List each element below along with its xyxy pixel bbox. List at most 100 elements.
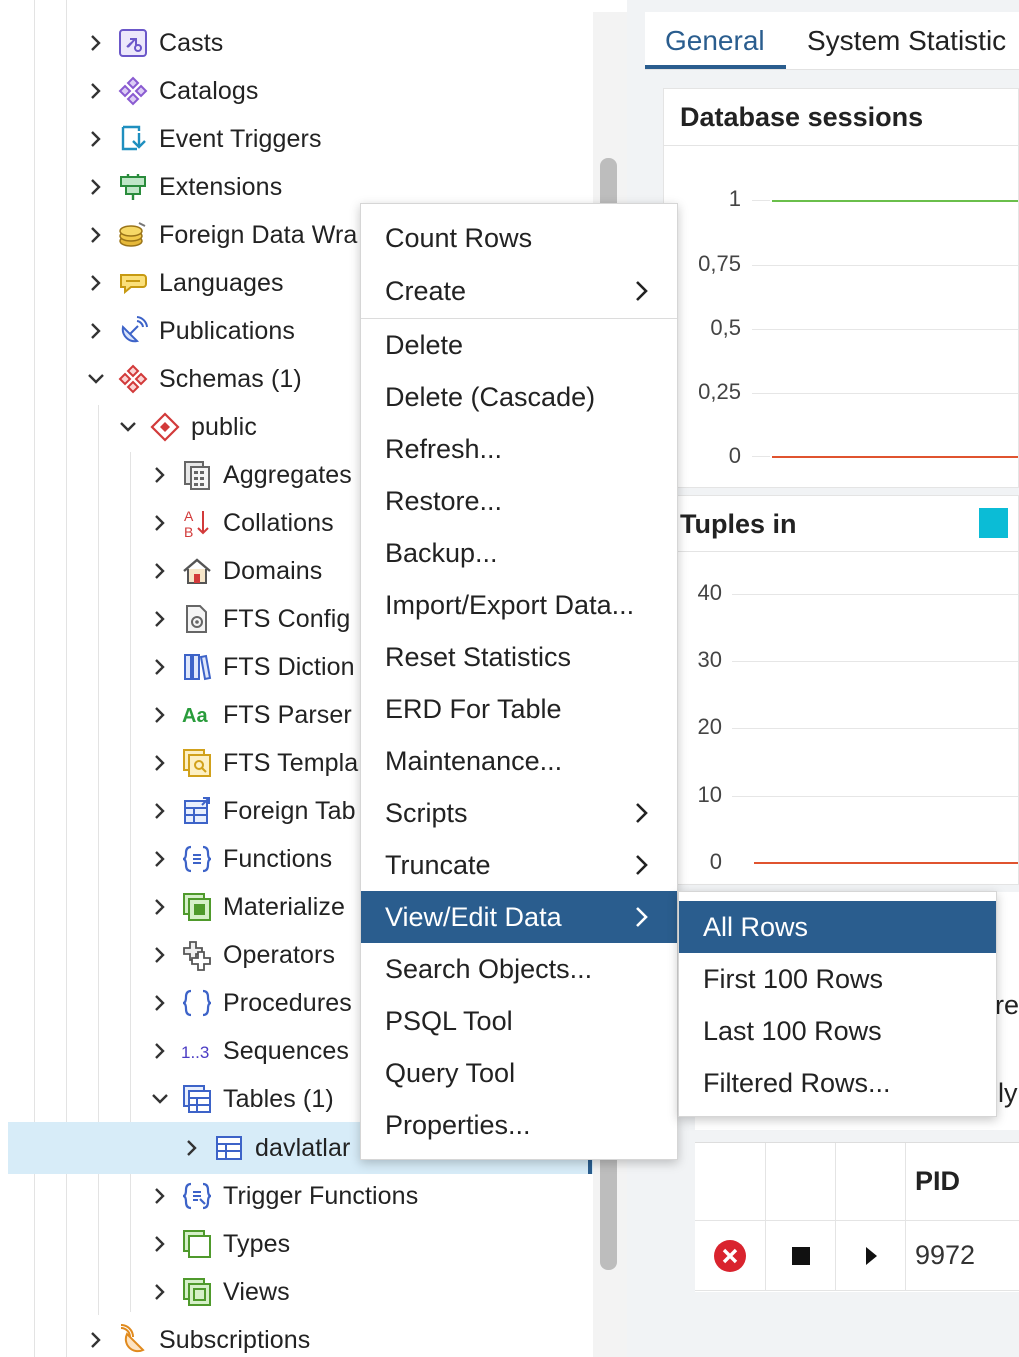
chevron-right-icon[interactable] [85,128,107,150]
menu-item-label: ERD For Table [385,693,562,724]
tree-item-procedures[interactable]: Procedures [149,979,352,1027]
chevron-right-icon[interactable] [181,1137,203,1159]
chevron-right-icon[interactable] [149,1040,171,1062]
tree-item-aggregates[interactable]: Aggregates [149,451,352,499]
chevron-right-icon[interactable] [149,1185,171,1207]
column-header-pid[interactable]: PID [906,1143,1019,1221]
chevron-right-icon[interactable] [85,32,107,54]
operators-icon [181,939,213,971]
chevron-right-icon[interactable] [149,512,171,534]
menu-item-view-edit-data[interactable]: View/Edit Data [361,891,677,943]
gridline [732,728,1018,729]
card-header-divider [663,145,1019,146]
tree-item-label: FTS Config [223,604,351,633]
tree-item-catalogs[interactable]: Catalogs [85,67,258,115]
chevron-down-icon[interactable] [149,1088,171,1110]
cancel-query-button[interactable] [695,1221,766,1291]
chevron-right-icon[interactable] [149,464,171,486]
chevron-right-icon[interactable] [149,608,171,630]
context-menu: Count Rows Create Delete Delete (Cascade… [360,203,678,1160]
tree-item-views[interactable]: Views [149,1268,290,1316]
submenu-item-first-100-rows[interactable]: First 100 Rows [679,953,996,1005]
chevron-right-icon[interactable] [149,1233,171,1255]
tree-item-sequences[interactable]: 1..3 Sequences [149,1027,349,1075]
foreign-data-wrappers-icon [117,219,149,251]
tree-item-subscriptions[interactable]: Subscriptions [85,1316,310,1357]
tree-item-functions[interactable]: Functions [149,835,332,883]
tree-item-types[interactable]: Types [149,1220,290,1268]
chevron-right-icon[interactable] [149,752,171,774]
chevron-right-icon[interactable] [149,656,171,678]
chevron-right-icon[interactable] [85,80,107,102]
tree-item-fts-dictionaries[interactable]: FTS Diction [149,643,355,691]
menu-item-label: Restore... [385,485,503,516]
tree-item-casts[interactable]: Casts [85,19,223,67]
menu-item-erd-for-table[interactable]: ERD For Table [361,683,677,735]
chevron-down-icon[interactable] [85,368,107,390]
chevron-right-icon[interactable] [149,560,171,582]
menu-item-import-export-data[interactable]: Import/Export Data... [361,579,677,631]
menu-item-scripts[interactable]: Scripts [361,787,677,839]
menu-item-refresh[interactable]: Refresh... [361,423,677,475]
chevron-right-icon[interactable] [85,320,107,342]
menu-item-reset-statistics[interactable]: Reset Statistics [361,631,677,683]
chevron-right-icon[interactable] [149,896,171,918]
chevron-down-icon[interactable] [117,416,139,438]
tree-item-languages[interactable]: Languages [85,259,284,307]
tree-item-domains[interactable]: Domains [149,547,322,595]
terminate-session-button[interactable] [766,1221,836,1291]
tree-item-public[interactable]: public [117,403,257,451]
menu-item-delete[interactable]: Delete [361,319,677,371]
menu-item-properties[interactable]: Properties... [361,1099,677,1151]
chevron-right-icon[interactable] [149,848,171,870]
tree-item-operators[interactable]: Operators [149,931,335,979]
menu-item-label: View/Edit Data [385,901,562,932]
menu-item-query-tool[interactable]: Query Tool [361,1047,677,1099]
chevron-right-icon[interactable] [85,176,107,198]
menu-item-delete-cascade[interactable]: Delete (Cascade) [361,371,677,423]
tree-item-davlatlar[interactable]: davlatlar [181,1124,350,1172]
menu-item-create[interactable]: Create [361,265,677,317]
chevron-right-icon[interactable] [149,944,171,966]
menu-item-count-rows[interactable]: Count Rows [361,212,677,264]
menu-item-truncate[interactable]: Truncate [361,839,677,891]
menu-item-psql-tool[interactable]: PSQL Tool [361,995,677,1047]
axis-tick-label: 0 [709,849,722,874]
tree-item-collations[interactable]: AB Collations [149,499,334,547]
menu-item-search-objects[interactable]: Search Objects... [361,943,677,995]
menu-item-maintenance[interactable]: Maintenance... [361,735,677,787]
tab-system-statistics[interactable]: System Statistic [807,12,1006,69]
tree-item-materialized-views[interactable]: Materialize [149,883,345,931]
chevron-right-icon[interactable] [149,1281,171,1303]
tab-general[interactable]: General [665,12,765,69]
submenu-item-filtered-rows[interactable]: Filtered Rows... [679,1057,996,1109]
chevron-right-icon[interactable] [149,800,171,822]
tree-item-fts-config[interactable]: FTS Config [149,595,350,643]
menu-item-label: Search Objects... [385,953,593,984]
gridline [752,265,1018,266]
chevron-right-icon[interactable] [149,704,171,726]
tree-item-trigger-functions[interactable]: Trigger Functions [149,1172,418,1220]
tree-item-publications[interactable]: Publications [85,307,295,355]
chevron-right-icon[interactable] [85,1329,107,1351]
tree-item-event-triggers[interactable]: Event Triggers [85,115,322,163]
tree-item-schemas[interactable]: Schemas (1) [85,355,302,403]
menu-item-restore[interactable]: Restore... [361,475,677,527]
submenu-item-last-100-rows[interactable]: Last 100 Rows [679,1005,996,1057]
chevron-right-icon[interactable] [85,224,107,246]
gridline [752,456,770,457]
menu-item-backup[interactable]: Backup... [361,527,677,579]
expand-row-button[interactable] [836,1221,906,1291]
foreign-tables-icon [181,795,213,827]
submenu-item-all-rows[interactable]: All Rows [679,901,996,953]
tree-item-fts-templates[interactable]: FTS Templa [149,739,358,787]
menu-item-label: Import/Export Data... [385,589,635,620]
tree-item-foreign-tables[interactable]: Foreign Tab [149,787,356,835]
tree-item-foreign-data-wrappers[interactable]: Foreign Data Wra [85,211,357,259]
tree-item-tables[interactable]: Tables (1) [149,1075,334,1123]
chevron-right-icon[interactable] [149,992,171,1014]
tree-item-extensions[interactable]: Extensions [85,163,282,211]
tree-item-fts-parsers[interactable]: Aa FTS Parser [149,691,352,739]
chevron-right-icon[interactable] [85,272,107,294]
menu-item-label: Delete [385,329,464,360]
